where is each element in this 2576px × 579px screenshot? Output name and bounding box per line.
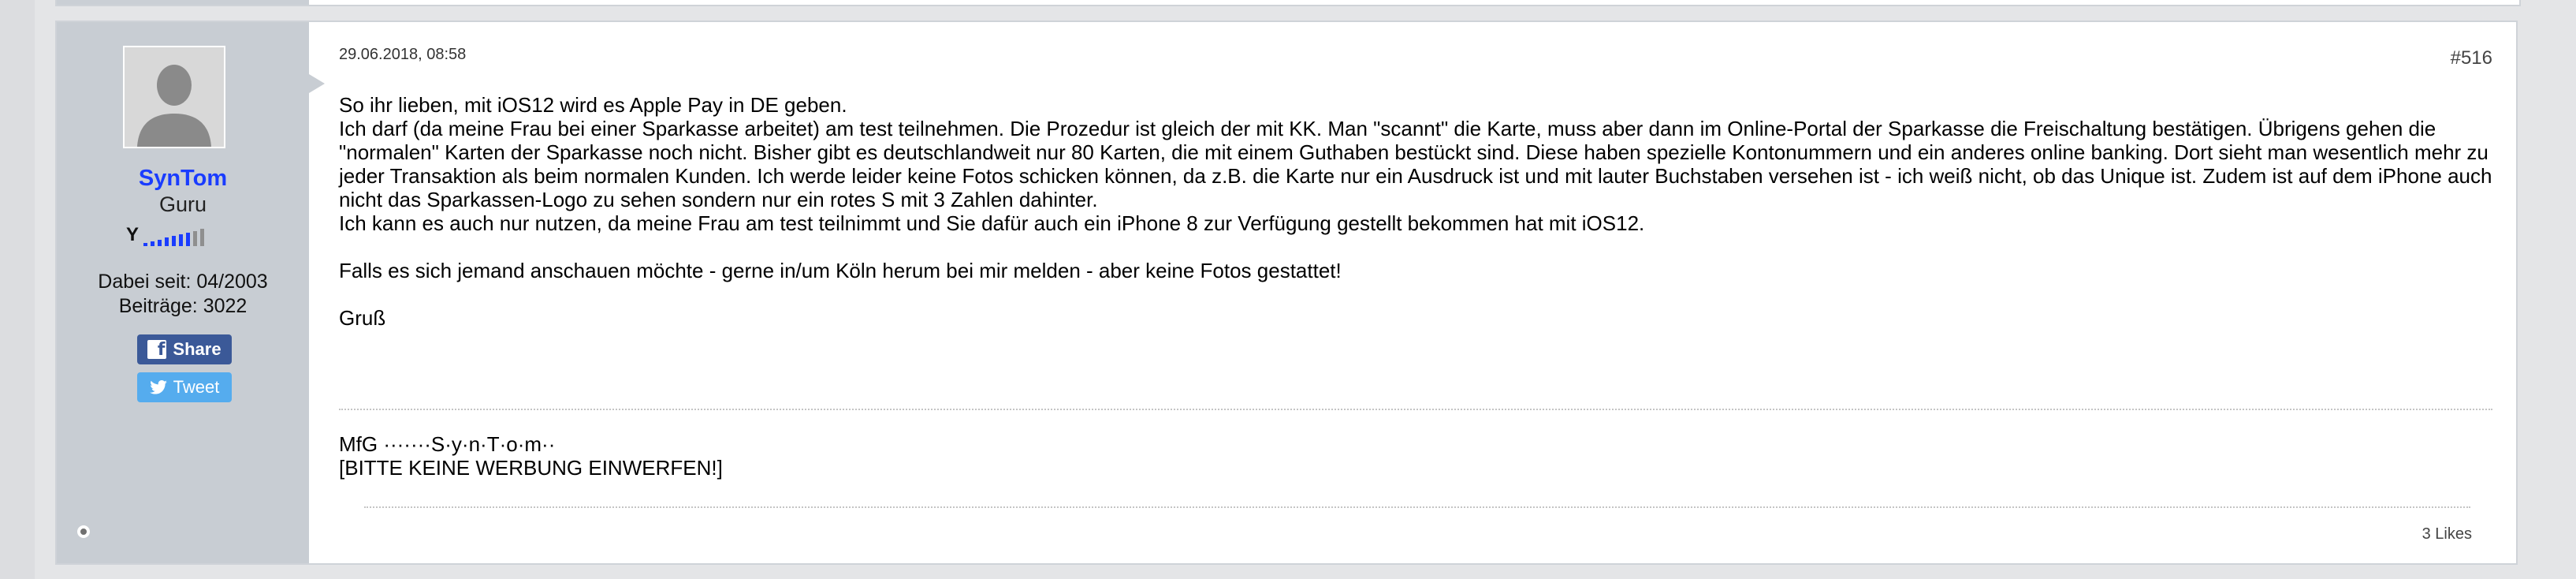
rank-bar xyxy=(143,243,147,246)
rank-bar xyxy=(151,241,154,246)
message-line: Gruß xyxy=(339,306,386,330)
post-date: 29.06.2018, 08:58 xyxy=(339,46,467,63)
tweet-button[interactable]: Tweet xyxy=(137,372,232,402)
tweet-label: Tweet xyxy=(173,377,220,397)
user-stats: Dabei seit: 04/2003 Beiträge: 3022 xyxy=(57,270,309,319)
rank-bar xyxy=(165,237,169,246)
message-line: Falls es sich jemand anschauen möchte - … xyxy=(339,259,1342,282)
post-message: So ihr lieben, mit iOS12 wird es Apple P… xyxy=(339,93,2515,330)
post-number-link[interactable]: #516 xyxy=(2451,47,2492,69)
likes-divider xyxy=(364,506,2470,508)
username-link[interactable]: SynTom xyxy=(57,166,309,192)
offline-status-icon xyxy=(77,525,90,538)
message-line: Ich kann es auch nur nutzen, da meine Fr… xyxy=(339,211,1645,235)
member-since: Dabei seit: 04/2003 xyxy=(98,271,268,293)
rank-bar xyxy=(193,230,197,246)
facebook-icon: f xyxy=(147,340,167,360)
rank-bar xyxy=(172,236,176,246)
share-label: Share xyxy=(173,339,221,359)
page-background-edge xyxy=(0,0,35,579)
forum-post: SynTom Guru Y Dabei seit: 04/2003 Beiträ… xyxy=(55,21,2518,565)
likes-count[interactable]: 3 Likes xyxy=(2422,525,2472,544)
user-rank: Y xyxy=(126,226,268,246)
post-count: Beiträge: 3022 xyxy=(118,295,248,317)
user-info-panel: SynTom Guru Y Dabei seit: 04/2003 Beiträ… xyxy=(57,22,309,563)
antenna-icon: Y xyxy=(126,224,140,245)
rank-bar xyxy=(158,239,162,246)
signature-line: MfG ·······S·y·n·T·o·m·· xyxy=(339,432,556,456)
signature: MfG ·······S·y·n·T·o·m·· [BITTE KEINE WE… xyxy=(339,432,723,480)
twitter-icon xyxy=(149,380,167,394)
post-content: 29.06.2018, 08:58 #516 So ihr lieben, mi… xyxy=(309,22,2516,563)
user-title: Guru xyxy=(158,192,207,216)
user-avatar[interactable] xyxy=(123,46,225,148)
default-avatar-icon xyxy=(125,47,224,147)
rank-bar xyxy=(179,234,183,246)
signature-divider xyxy=(339,409,2492,410)
signature-line: [BITTE KEINE WERBUNG EINWERFEN!] xyxy=(339,456,723,480)
share-button[interactable]: f Share xyxy=(137,334,232,364)
message-line: Ich darf (da meine Frau bei einer Sparka… xyxy=(339,117,2492,211)
previous-post-edge xyxy=(55,0,2521,6)
rank-bar xyxy=(200,229,204,246)
message-line: So ihr lieben, mit iOS12 wird es Apple P… xyxy=(339,93,847,117)
rank-bar xyxy=(186,232,190,246)
